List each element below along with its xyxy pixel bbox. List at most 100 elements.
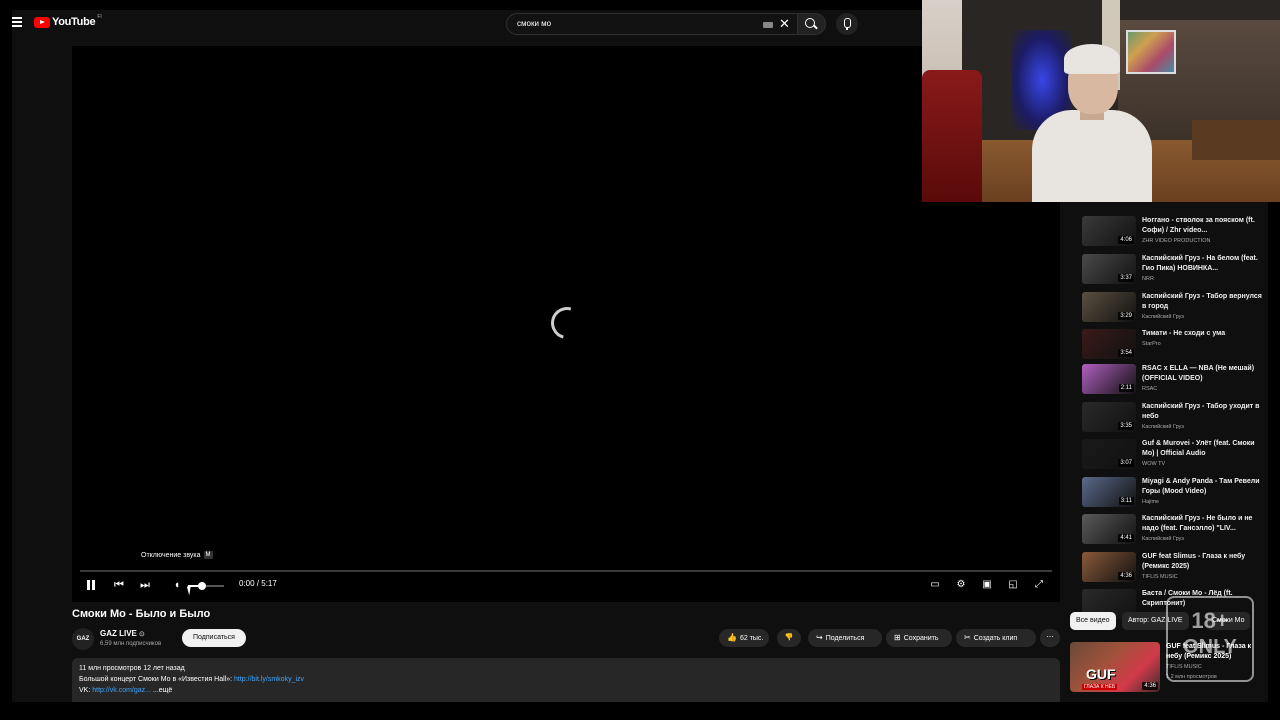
save-button[interactable]: ⊞ Сохранить xyxy=(886,629,952,647)
sidebar-channel-name[interactable]: TIFLIS MUSIC xyxy=(1142,574,1178,580)
sidebar-channel-name[interactable]: Каспийский Груз xyxy=(1142,424,1184,430)
video-thumbnail[interactable]: 4:06 xyxy=(1082,216,1136,246)
video-thumbnail[interactable]: 3:54 xyxy=(1082,329,1136,359)
sidebar-video-title[interactable]: Тимати - Не сходи с ума xyxy=(1142,329,1266,339)
more-dots-icon: ⋯ xyxy=(1046,634,1054,641)
sidebar-channel-name[interactable]: Hajime xyxy=(1142,499,1159,505)
age-badge-number: 18+ xyxy=(1191,608,1229,633)
cast-icon[interactable]: ◱ xyxy=(1006,578,1020,592)
video-thumbnail[interactable]: 4:41 xyxy=(1082,514,1136,544)
search-input[interactable]: смоки мо xyxy=(517,19,551,28)
sidebar-video-item[interactable]: 3:07 Guf & Murovei - Улёт (feat. Смоки Мо… xyxy=(1082,439,1266,473)
video-duration: 4:36 xyxy=(1142,682,1158,690)
video-thumbnail[interactable]: 2:11 xyxy=(1082,364,1136,394)
volume-icon[interactable]: ◖ xyxy=(170,578,184,592)
dislike-button[interactable]: 👎 xyxy=(777,629,801,647)
time-display: 0:00 / 5:17 xyxy=(239,579,277,588)
sidebar-video-item[interactable]: 4:41 Каспийский Груз - Не было и не надо … xyxy=(1082,514,1266,548)
channel-name[interactable]: GAZ LIVE ⊙ xyxy=(100,629,145,638)
sidebar-video-title[interactable]: Каспийский Груз - Табор уходит в небо xyxy=(1142,402,1266,422)
video-thumbnail[interactable]: GUF ГЛАЗА К НЕБ 4:36 xyxy=(1070,642,1160,692)
sidebar-video-item[interactable]: 4:36 GUF feat Slimus - Глаза к небу (Реми… xyxy=(1082,552,1266,586)
fullscreen-icon[interactable]: ⤢ xyxy=(1032,578,1046,592)
video-duration: 3:11 xyxy=(1118,497,1134,505)
sidebar-video-item[interactable]: 3:11 Miyagi & Andy Panda - Там Ревели Гор… xyxy=(1082,477,1266,511)
sidebar-channel-name[interactable]: RSAC xyxy=(1142,386,1157,392)
video-duration: 4:36 xyxy=(1118,572,1134,580)
scissors-icon: ✂ xyxy=(964,633,971,642)
sidebar-video-item[interactable]: 2:11 RSAC x ELLA — NBA (Не мешай) (OFFICI… xyxy=(1082,364,1266,398)
share-button[interactable]: ↪ Поделиться xyxy=(808,629,882,647)
sidebar-channel-name[interactable]: ZHR VIDEO PRODUCTION xyxy=(1142,238,1210,244)
video-duration: 3:54 xyxy=(1118,349,1134,357)
sidebar-channel-name[interactable]: WOW TV xyxy=(1142,461,1165,467)
youtube-logo[interactable]: YouTube FI xyxy=(34,14,102,28)
search-box[interactable]: смоки мо ✕ xyxy=(506,13,798,35)
vk-link[interactable]: http://vk.com/gaz... xyxy=(92,687,151,694)
vk-prefix: VK: xyxy=(79,687,93,694)
webcam-overlay xyxy=(922,0,1280,202)
video-duration: 2:11 xyxy=(1118,384,1134,392)
sidebar-video-item[interactable]: 3:35 Каспийский Груз - Табор уходит в неб… xyxy=(1082,402,1266,436)
more-actions-button[interactable]: ⋯ xyxy=(1040,629,1060,647)
share-icon: ↪ xyxy=(816,633,823,642)
voice-search-button[interactable] xyxy=(836,13,858,35)
sidebar-video-title[interactable]: Каспийский Груз - На белом (feat. Гио Пи… xyxy=(1142,254,1266,274)
video-thumbnail[interactable]: 3:37 xyxy=(1082,254,1136,284)
create-clip-button[interactable]: ✂ Создать клип xyxy=(956,629,1036,647)
volume-knob[interactable] xyxy=(198,582,207,590)
video-duration: 4:06 xyxy=(1118,236,1134,244)
sidebar-channel-name[interactable]: StarPro xyxy=(1142,341,1161,347)
previous-icon[interactable]: ⏮ xyxy=(112,578,126,592)
channel-name-text[interactable]: GAZ LIVE xyxy=(100,629,137,638)
sidebar-video-title[interactable]: Miyagi & Andy Panda - Там Ревели Горы (M… xyxy=(1142,477,1266,497)
sidebar-video-title[interactable]: Guf & Murovei - Улёт (feat. Смоки Мо) | … xyxy=(1142,439,1266,459)
video-thumbnail[interactable]: 3:11 xyxy=(1082,477,1136,507)
sidebar-video-title[interactable]: Каспийский Груз - Табор вернулся в город xyxy=(1142,292,1266,312)
tooltip-label: Отключение звука xyxy=(141,551,201,559)
miniplayer-icon[interactable]: ▣ xyxy=(980,578,994,592)
like-button[interactable]: 👍 62 тыс. xyxy=(719,629,769,647)
sidebar-channel-name[interactable]: NRR xyxy=(1142,276,1154,282)
chip-all-videos[interactable]: Все видео xyxy=(1070,612,1116,630)
thumbnail-subtext: ГЛАЗА К НЕБ xyxy=(1082,684,1118,690)
video-thumbnail[interactable]: 3:07 xyxy=(1082,439,1136,469)
video-player[interactable]: Отключение звука M ⏮ ⏭ ◖ 0:00 / 5:17 ▭ ⚙… xyxy=(72,46,1060,602)
next-icon[interactable]: ⏭ xyxy=(138,578,152,592)
sidebar-video-item[interactable]: 3:29 Каспийский Груз - Табор вернулся в г… xyxy=(1082,292,1266,326)
sidebar-channel-name[interactable]: Каспийский Груз xyxy=(1142,536,1184,542)
share-label: Поделиться xyxy=(825,635,865,642)
video-thumbnail[interactable]: 4:36 xyxy=(1082,552,1136,582)
keyboard-icon[interactable] xyxy=(763,22,773,28)
sidebar-channel-name[interactable]: Каспийский Груз xyxy=(1142,314,1184,320)
subtitles-icon[interactable]: ▭ xyxy=(928,578,942,592)
clear-search-icon[interactable]: ✕ xyxy=(779,17,790,30)
thumbnail-text: GUF xyxy=(1086,666,1116,682)
sidebar-video-title[interactable]: GUF feat Slimus - Глаза к небу (Ремикс 2… xyxy=(1142,552,1266,572)
thumbs-down-icon: 👎 xyxy=(784,634,794,641)
sidebar-video-title[interactable]: RSAC x ELLA — NBA (Не мешай) (OFFICIAL V… xyxy=(1142,364,1266,384)
video-thumbnail[interactable]: 3:35 xyxy=(1082,402,1136,432)
progress-bar[interactable] xyxy=(80,570,1052,572)
pause-icon[interactable] xyxy=(84,578,98,592)
sidebar-video-title[interactable]: Каспийский Груз - Не было и не надо (fea… xyxy=(1142,514,1266,534)
hamburger-menu-icon[interactable] xyxy=(12,17,22,27)
show-more-link[interactable]: ...ещё xyxy=(151,687,172,694)
sidebar-video-item[interactable]: 4:06 Ноггано - стволок за пояском (ft. Со… xyxy=(1082,216,1266,250)
sidebar-video-title[interactable]: Ноггано - стволок за пояском (ft. Софи) … xyxy=(1142,216,1266,236)
description-line-vk: VK: http://vk.com/gaz... ...ещё xyxy=(79,685,1053,696)
volume-slider[interactable] xyxy=(188,582,224,590)
description-link[interactable]: http://bit.ly/smkoky_izv xyxy=(234,676,304,683)
settings-gear-icon[interactable]: ⚙ xyxy=(954,578,968,592)
logo-country: FI xyxy=(97,14,102,20)
age-badge-text: ONLY xyxy=(1183,636,1237,658)
sidebar-video-item[interactable]: 3:54 Тимати - Не сходи с ума StarPro xyxy=(1082,329,1266,363)
subscribe-button[interactable]: Подписаться xyxy=(182,629,246,647)
like-count: 62 тыс. xyxy=(739,635,764,642)
video-description[interactable]: 11 млн просмотров 12 лет назад Большой к… xyxy=(72,658,1060,702)
video-thumbnail[interactable]: 3:29 xyxy=(1082,292,1136,322)
channel-avatar[interactable]: GAZ xyxy=(72,628,94,650)
video-duration: 3:07 xyxy=(1118,459,1134,467)
sidebar-video-item[interactable]: 3:37 Каспийский Груз - На белом (feat. Ги… xyxy=(1082,254,1266,288)
search-button[interactable] xyxy=(798,13,826,35)
